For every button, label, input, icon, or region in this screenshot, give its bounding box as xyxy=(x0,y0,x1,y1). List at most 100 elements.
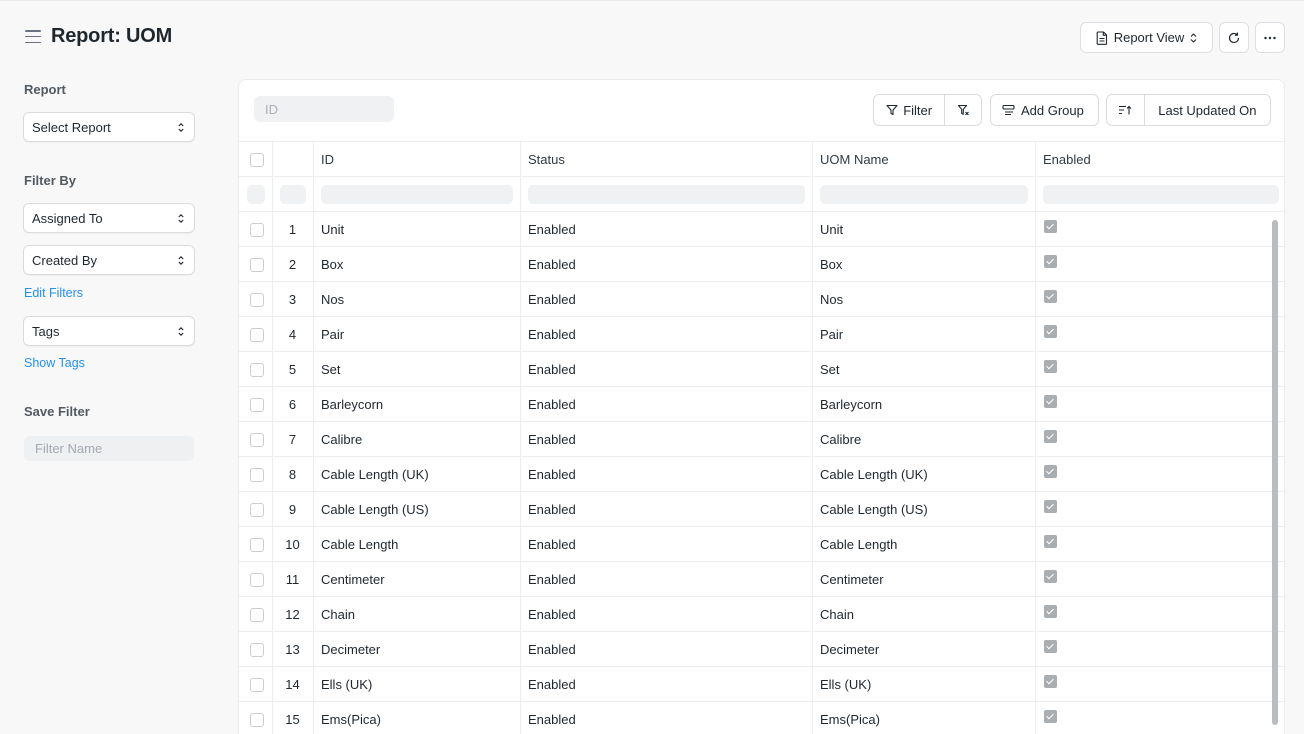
row-checkbox[interactable] xyxy=(250,608,264,622)
column-header-status[interactable]: Status xyxy=(528,142,565,177)
report-view-button[interactable]: Report View xyxy=(1080,22,1213,53)
cell-status[interactable]: Enabled xyxy=(528,667,576,702)
cell-status[interactable]: Enabled xyxy=(528,282,576,317)
cell-uom-name[interactable]: Cable Length (US) xyxy=(820,492,928,527)
table-row[interactable]: 8 Cable Length (UK) Enabled Cable Length (U… xyxy=(239,457,1279,492)
filter-cell-status[interactable] xyxy=(528,185,805,204)
table-row[interactable]: 9 Cable Length (US) Enabled Cable Length (U… xyxy=(239,492,1279,527)
cell-id[interactable]: Box xyxy=(321,247,343,282)
table-row[interactable]: 6 Barleycorn Enabled Barleycorn xyxy=(239,387,1279,422)
row-checkbox[interactable] xyxy=(250,468,264,482)
cell-id[interactable]: Ells (UK) xyxy=(321,667,372,702)
row-checkbox[interactable] xyxy=(250,678,264,692)
cell-enabled[interactable] xyxy=(1044,387,1057,422)
cell-id[interactable]: Cable Length (US) xyxy=(321,492,429,527)
cell-status[interactable]: Enabled xyxy=(528,247,576,282)
cell-status[interactable]: Enabled xyxy=(528,387,576,422)
select-all-checkbox[interactable] xyxy=(250,153,264,167)
cell-uom-name[interactable]: Set xyxy=(820,352,840,387)
cell-id[interactable]: Cable Length (UK) xyxy=(321,457,429,492)
id-filter-input[interactable] xyxy=(254,96,394,122)
cell-enabled[interactable] xyxy=(1044,667,1057,702)
cell-status[interactable]: Enabled xyxy=(528,457,576,492)
add-group-button[interactable]: Add Group xyxy=(990,94,1099,126)
cell-id[interactable]: Set xyxy=(321,352,341,387)
cell-status[interactable]: Enabled xyxy=(528,492,576,527)
cell-status[interactable]: Enabled xyxy=(528,562,576,597)
cell-id[interactable]: Decimeter xyxy=(321,632,380,667)
cell-enabled[interactable] xyxy=(1044,457,1057,492)
table-row[interactable]: 10 Cable Length Enabled Cable Length xyxy=(239,527,1279,562)
table-row[interactable]: 12 Chain Enabled Chain xyxy=(239,597,1279,632)
column-header-id[interactable]: ID xyxy=(321,142,334,177)
select-report-dropdown[interactable]: Select Report xyxy=(23,112,195,142)
filter-button[interactable]: Filter xyxy=(874,95,944,125)
cell-enabled[interactable] xyxy=(1044,492,1057,527)
row-checkbox[interactable] xyxy=(250,223,264,237)
row-checkbox[interactable] xyxy=(250,503,264,517)
table-row[interactable]: 2 Box Enabled Box xyxy=(239,247,1279,282)
vertical-scrollbar[interactable] xyxy=(1272,220,1278,725)
cell-uom-name[interactable]: Nos xyxy=(820,282,843,317)
cell-status[interactable]: Enabled xyxy=(528,702,576,734)
row-checkbox[interactable] xyxy=(250,328,264,342)
column-header-enabled[interactable]: Enabled xyxy=(1043,142,1091,177)
cell-id[interactable]: Barleycorn xyxy=(321,387,383,422)
cell-status[interactable]: Enabled xyxy=(528,527,576,562)
cell-enabled[interactable] xyxy=(1044,702,1057,734)
cell-id[interactable]: Chain xyxy=(321,597,355,632)
cell-enabled[interactable] xyxy=(1044,632,1057,667)
cell-id[interactable]: Centimeter xyxy=(321,562,385,597)
show-tags-link[interactable]: Show Tags xyxy=(24,356,85,370)
row-checkbox[interactable] xyxy=(250,433,264,447)
cell-uom-name[interactable]: Cable Length (UK) xyxy=(820,457,928,492)
cell-id[interactable]: Calibre xyxy=(321,422,362,457)
cell-uom-name[interactable]: Barleycorn xyxy=(820,387,882,422)
table-row[interactable]: 5 Set Enabled Set xyxy=(239,352,1279,387)
row-checkbox[interactable] xyxy=(250,363,264,377)
cell-uom-name[interactable]: Chain xyxy=(820,597,854,632)
cell-enabled[interactable] xyxy=(1044,422,1057,457)
filter-name-input[interactable] xyxy=(24,436,194,461)
filter-cell-id[interactable] xyxy=(321,185,513,204)
cell-enabled[interactable] xyxy=(1044,212,1057,247)
table-row[interactable]: 11 Centimeter Enabled Centimeter xyxy=(239,562,1279,597)
column-header-uom-name[interactable]: UOM Name xyxy=(820,142,889,177)
cell-status[interactable]: Enabled xyxy=(528,422,576,457)
table-row[interactable]: 4 Pair Enabled Pair xyxy=(239,317,1279,352)
cell-enabled[interactable] xyxy=(1044,247,1057,282)
more-options-button[interactable] xyxy=(1255,22,1285,53)
cell-status[interactable]: Enabled xyxy=(528,597,576,632)
table-row[interactable]: 1 Unit Enabled Unit xyxy=(239,212,1279,247)
cell-uom-name[interactable]: Decimeter xyxy=(820,632,879,667)
table-row[interactable]: 7 Calibre Enabled Calibre xyxy=(239,422,1279,457)
cell-uom-name[interactable]: Ems(Pica) xyxy=(820,702,880,734)
row-checkbox[interactable] xyxy=(250,398,264,412)
cell-uom-name[interactable]: Centimeter xyxy=(820,562,884,597)
edit-filters-link[interactable]: Edit Filters xyxy=(24,286,83,300)
sort-field-button[interactable]: Last Updated On xyxy=(1143,95,1270,125)
cell-uom-name[interactable]: Unit xyxy=(820,212,843,247)
cell-id[interactable]: Ems(Pica) xyxy=(321,702,381,734)
clear-filter-button[interactable] xyxy=(944,95,981,125)
refresh-button[interactable] xyxy=(1219,22,1249,53)
cell-id[interactable]: Nos xyxy=(321,282,344,317)
cell-status[interactable]: Enabled xyxy=(528,632,576,667)
cell-enabled[interactable] xyxy=(1044,562,1057,597)
table-row[interactable]: 14 Ells (UK) Enabled Ells (UK) xyxy=(239,667,1279,702)
cell-status[interactable]: Enabled xyxy=(528,317,576,352)
cell-uom-name[interactable]: Ells (UK) xyxy=(820,667,871,702)
created-by-dropdown[interactable]: Created By xyxy=(23,245,195,275)
cell-id[interactable]: Unit xyxy=(321,212,344,247)
cell-uom-name[interactable]: Calibre xyxy=(820,422,861,457)
row-checkbox[interactable] xyxy=(250,713,264,727)
cell-uom-name[interactable]: Cable Length xyxy=(820,527,897,562)
cell-id[interactable]: Pair xyxy=(321,317,344,352)
cell-enabled[interactable] xyxy=(1044,282,1057,317)
cell-enabled[interactable] xyxy=(1044,317,1057,352)
table-row[interactable]: 13 Decimeter Enabled Decimeter xyxy=(239,632,1279,667)
row-checkbox[interactable] xyxy=(250,573,264,587)
cell-uom-name[interactable]: Box xyxy=(820,247,842,282)
cell-enabled[interactable] xyxy=(1044,527,1057,562)
sort-order-button[interactable] xyxy=(1107,95,1144,125)
